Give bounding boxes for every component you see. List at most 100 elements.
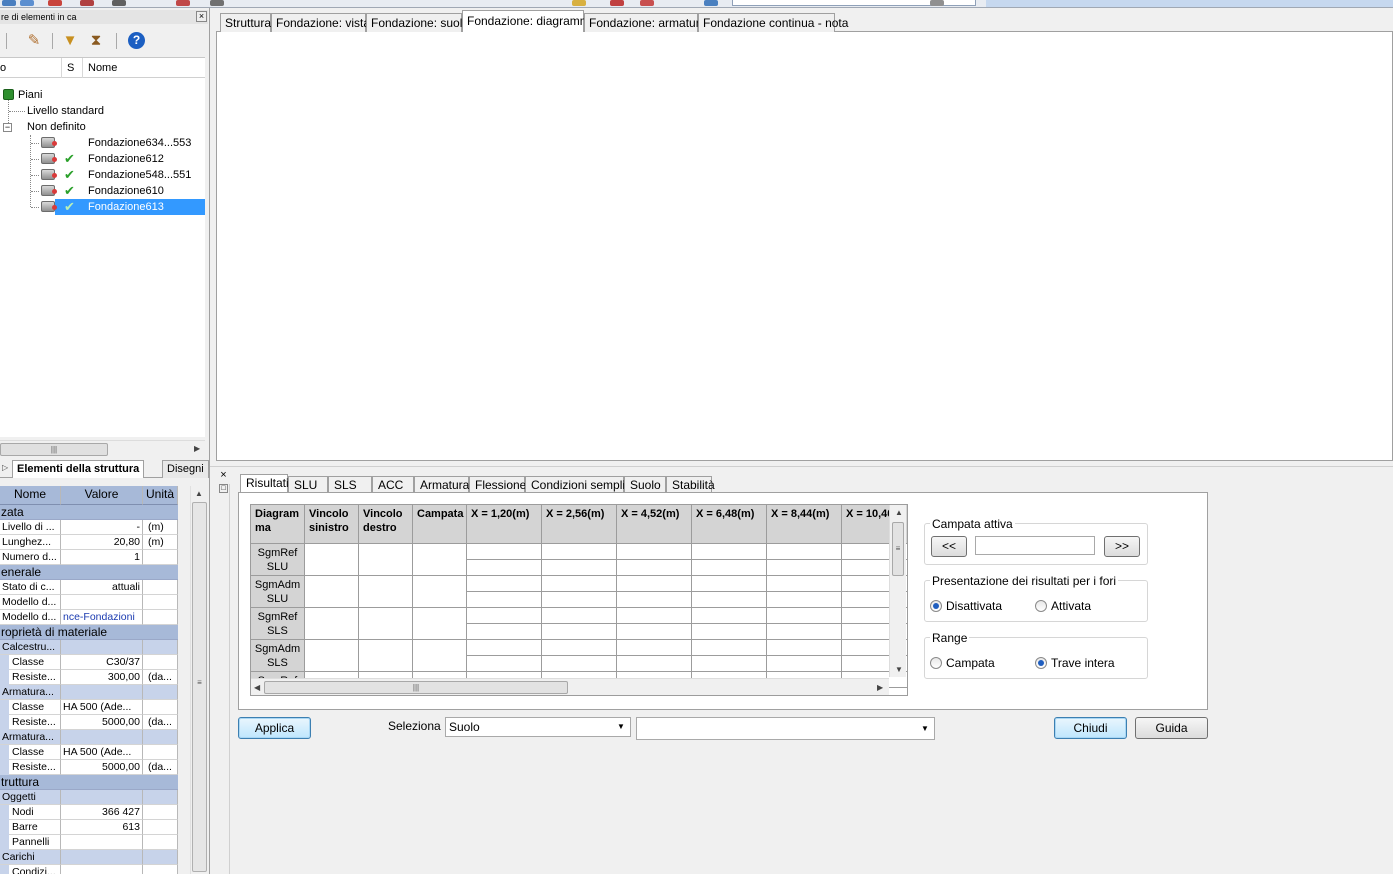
grid-cell[interactable] <box>617 592 692 608</box>
tree-col-o[interactable]: o <box>0 62 6 74</box>
prev-span-button[interactable]: << <box>931 536 967 557</box>
disattivata-radio[interactable] <box>930 600 942 612</box>
next-span-button[interactable]: >> <box>1104 536 1140 557</box>
grid-column-header[interactable]: X = 1,20(m) <box>467 505 542 544</box>
panel-close-button[interactable]: × <box>196 11 207 22</box>
property-value[interactable]: 613 <box>61 820 143 835</box>
scroll-right-icon[interactable]: ▶ <box>877 683 883 692</box>
grid-cell[interactable] <box>467 608 542 624</box>
grid-cell[interactable] <box>692 560 767 576</box>
tree-col-nome[interactable]: Nome <box>88 62 117 74</box>
grid-cell[interactable] <box>305 576 359 608</box>
grid-cell[interactable] <box>413 544 467 576</box>
grid-cell[interactable] <box>467 592 542 608</box>
results-tab[interactable]: SLU <box>288 476 328 493</box>
secondary-combo[interactable]: ▼ <box>636 717 935 740</box>
grid-cell[interactable] <box>359 640 413 672</box>
grid-cell[interactable] <box>692 640 767 656</box>
help-icon[interactable]: ? <box>128 32 145 49</box>
campata-attiva-input[interactable] <box>975 536 1095 555</box>
scroll-up-icon[interactable]: ▲ <box>195 489 203 498</box>
diagram-canvas[interactable] <box>216 32 1393 461</box>
grid-cell[interactable] <box>767 560 842 576</box>
tree-node-non-definito[interactable]: Non definito <box>27 119 86 135</box>
property-value[interactable]: nce-Fondazioni <box>61 610 143 625</box>
property-row[interactable]: Nodi 366 427 <box>0 805 178 820</box>
grid-cell[interactable] <box>467 544 542 560</box>
results-tab[interactable]: Condizioni semplici <box>525 476 634 493</box>
property-value[interactable]: attuali <box>61 580 143 595</box>
grid-cell[interactable] <box>692 576 767 592</box>
grid-row-header[interactable]: SgmRef SLU <box>251 544 305 576</box>
grid-column-header[interactable]: Vincolo destro <box>359 505 413 544</box>
grid-cell[interactable] <box>359 576 413 608</box>
grid-cell[interactable] <box>359 544 413 576</box>
property-row[interactable]: Classe HA 500 (Ade... <box>0 745 178 760</box>
chiudi-button[interactable]: Chiudi <box>1054 717 1127 739</box>
property-row[interactable]: Modello d... <box>0 595 178 610</box>
property-subgroup[interactable]: Armatura... <box>0 730 178 745</box>
grid-cell[interactable] <box>617 640 692 656</box>
grid-cell[interactable] <box>767 608 842 624</box>
tree-item-foundation[interactable]: ✔ Fondazione610 <box>39 183 205 199</box>
tree-item-foundation[interactable]: Fondazione634...553 <box>39 135 205 151</box>
grid-cell[interactable] <box>542 576 617 592</box>
property-row[interactable]: Resiste... 5000,00 (da... <box>0 760 178 775</box>
grid-cell[interactable] <box>767 592 842 608</box>
toolbar-icon[interactable] <box>2 0 16 6</box>
grid-cell[interactable] <box>305 608 359 640</box>
grid-cell[interactable] <box>413 576 467 608</box>
grid-cell[interactable] <box>413 640 467 672</box>
toolbar-icon[interactable] <box>572 0 586 6</box>
property-subgroup[interactable]: Carichi <box>0 850 178 865</box>
grid-cell[interactable] <box>542 608 617 624</box>
property-value[interactable]: 20,80 <box>61 535 143 550</box>
tree-item-foundation[interactable]: ✔ Fondazione548...551 <box>39 167 205 183</box>
results-tab[interactable]: Suolo <box>624 476 666 493</box>
toolbar-icon[interactable] <box>176 0 190 6</box>
dropdown-arrow-icon[interactable]: ▼ <box>918 721 932 737</box>
property-row[interactable]: Resiste... 5000,00 (da... <box>0 715 178 730</box>
grid-cell[interactable] <box>767 640 842 656</box>
grid-cell[interactable] <box>542 624 617 640</box>
applica-button[interactable]: Applica <box>238 717 311 739</box>
properties-col-unita[interactable]: Unità <box>143 486 178 505</box>
property-row[interactable]: Barre 613 <box>0 820 178 835</box>
grid-cell[interactable] <box>767 624 842 640</box>
property-value[interactable]: 366 427 <box>61 805 143 820</box>
results-close-button[interactable]: × <box>218 470 229 482</box>
grid-row-header[interactable]: SgmAdm SLU <box>251 576 305 608</box>
scroll-down-icon[interactable]: ▼ <box>895 665 903 674</box>
guida-button[interactable]: Guida <box>1135 717 1208 739</box>
toolbar-icon[interactable] <box>20 0 34 6</box>
property-value[interactable]: 300,00 <box>61 670 143 685</box>
grid-cell[interactable] <box>767 544 842 560</box>
grid-cell[interactable] <box>542 656 617 672</box>
property-group[interactable]: zata <box>0 505 178 520</box>
grid-column-header[interactable]: X = 6,48(m) <box>692 505 767 544</box>
tab-disegni[interactable]: Disegni <box>162 460 209 478</box>
campata-radio[interactable] <box>930 657 942 669</box>
results-tab[interactable]: Armatura <box>414 476 469 493</box>
grid-cell[interactable] <box>305 640 359 672</box>
main-tab[interactable]: Fondazione: armatura <box>584 13 706 32</box>
scrollbar-thumb[interactable]: ≡ <box>192 502 207 872</box>
trave-intera-radio[interactable] <box>1035 657 1047 669</box>
dropdown-arrow-icon[interactable]: ▼ <box>614 719 628 735</box>
property-row[interactable]: Modello d... nce-Fondazioni <box>0 610 178 625</box>
grid-cell[interactable] <box>542 544 617 560</box>
property-row[interactable]: Stato di c... attuali <box>0 580 178 595</box>
grid-cell[interactable] <box>617 576 692 592</box>
grid-column-header[interactable]: Campata <box>413 505 467 544</box>
grid-cell[interactable] <box>617 656 692 672</box>
grid-column-header[interactable]: Vincolo sinistro <box>305 505 359 544</box>
toolbar-icon[interactable] <box>48 0 62 6</box>
scroll-up-icon[interactable]: ▲ <box>895 508 903 517</box>
grid-cell[interactable] <box>692 592 767 608</box>
scrollbar-thumb[interactable]: ≡ <box>892 522 904 576</box>
properties-scrollbar[interactable]: ▲ ≡ <box>190 486 207 874</box>
property-subgroup[interactable]: Oggetti <box>0 790 178 805</box>
grid-horizontal-scrollbar[interactable]: ◀ ||| ▶ <box>251 678 889 695</box>
grid-cell[interactable] <box>359 608 413 640</box>
results-tab[interactable]: SLS <box>328 476 372 493</box>
